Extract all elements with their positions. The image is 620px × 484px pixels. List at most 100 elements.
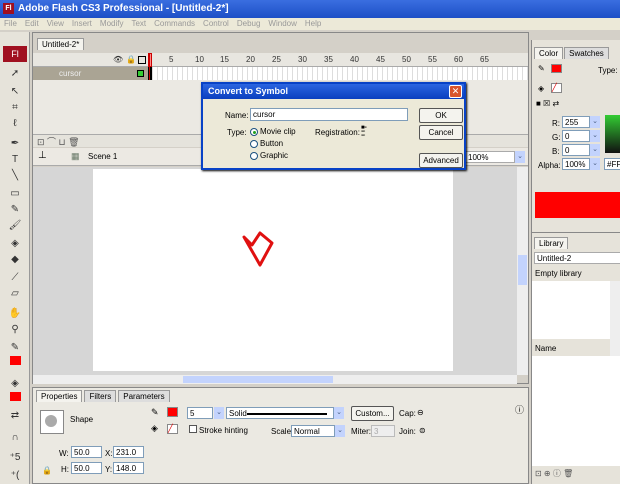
menu-control[interactable]: Control (203, 19, 229, 29)
color-spectrum[interactable] (605, 115, 620, 153)
alpha-input[interactable]: 100% (562, 158, 590, 170)
fill-color-swatch[interactable] (10, 392, 21, 401)
tab-library[interactable]: Library (534, 237, 569, 249)
scroll-thumb[interactable] (183, 376, 333, 383)
snap-magnet-icon[interactable]: ∩ (8, 432, 22, 444)
hex-input[interactable]: #FF (604, 158, 620, 170)
stage[interactable] (93, 169, 453, 371)
frame-strip[interactable] (148, 67, 528, 80)
menu-debug[interactable]: Debug (237, 19, 261, 29)
vertical-scrollbar[interactable] (517, 167, 528, 375)
outline-icon[interactable] (138, 56, 146, 64)
chevron-down-icon[interactable]: ⌄ (335, 425, 345, 437)
close-icon[interactable]: ✕ (449, 85, 462, 98)
swap-colors-icon[interactable]: ⇄ (8, 410, 22, 422)
menu-edit[interactable]: Edit (25, 19, 39, 29)
subselection-tool-icon[interactable]: ↖ (8, 86, 22, 98)
tab-color[interactable]: Color (534, 47, 564, 59)
stroke-color-swatch[interactable] (167, 407, 178, 417)
ok-button[interactable]: OK (419, 108, 463, 123)
line-tool-icon[interactable]: ╲ (8, 170, 22, 182)
library-name-column[interactable]: Name (535, 344, 556, 353)
radio-movie-clip[interactable]: Movie clip (250, 127, 296, 136)
registration-grid[interactable]: ■▫▫ ▫▫▫ ▫▫▫ (361, 125, 367, 139)
menu-window[interactable]: Window (268, 19, 296, 29)
advanced-button[interactable]: Advanced (419, 153, 463, 168)
chevron-down-icon[interactable]: ⌄ (590, 130, 600, 142)
ink-bottle-tool-icon[interactable]: ◈ (8, 238, 22, 250)
menu-text[interactable]: Text (131, 19, 146, 29)
fill-color-swatch[interactable]: ╱ (167, 424, 178, 434)
menu-file[interactable]: File (4, 19, 17, 29)
color-mode-icons[interactable]: ■ ☒ ⇄ (536, 99, 559, 108)
radio-button[interactable]: Button (250, 139, 283, 148)
miter-input[interactable]: 3 (371, 425, 395, 437)
custom-button[interactable]: Custom... (351, 406, 394, 421)
fill-color-icon[interactable]: ◈ (8, 378, 22, 390)
scale-select[interactable]: Normal (291, 425, 335, 437)
rectangle-tool-icon[interactable]: ▭ (8, 188, 22, 200)
height-input[interactable]: 50.0 (71, 462, 102, 474)
chevron-down-icon[interactable]: ⌄ (214, 407, 224, 419)
library-list[interactable] (532, 356, 620, 466)
tab-properties[interactable]: Properties (36, 390, 83, 402)
brush-tool-icon[interactable]: 🖌 (8, 220, 22, 232)
menu-modify[interactable]: Modify (100, 19, 124, 29)
green-input[interactable]: 0 (562, 130, 590, 142)
join-select[interactable]: ⊜ (419, 426, 426, 435)
x-input[interactable]: 231.0 (113, 446, 144, 458)
pen-tool-icon[interactable]: ✒ (8, 138, 22, 150)
eraser-tool-icon[interactable]: ▱ (8, 288, 22, 300)
symbol-name-input[interactable]: cursor (250, 108, 408, 121)
hand-tool-icon[interactable]: ✋ (8, 308, 22, 320)
eye-icon[interactable]: 👁 (113, 55, 123, 64)
stroke-color-swatch[interactable] (10, 356, 21, 365)
horizontal-scrollbar[interactable] (33, 375, 517, 384)
lasso-tool-icon[interactable]: ℓ (8, 118, 22, 130)
menu-view[interactable]: View (47, 19, 64, 29)
tab-parameters[interactable]: Parameters (118, 390, 170, 402)
tab-untitled-2[interactable]: Untitled-2* (37, 38, 85, 50)
lock-icon[interactable]: 🔒 (42, 466, 52, 475)
stroke-style-select[interactable]: Solid (226, 407, 334, 419)
chevron-down-icon[interactable]: ⌄ (590, 158, 600, 170)
blue-input[interactable]: 0 (562, 144, 590, 156)
chevron-down-icon[interactable]: ⌄ (590, 116, 600, 128)
pencil-tool-icon[interactable]: ✎ (8, 204, 22, 216)
library-buttons-icon[interactable]: ⊡ ⊕ ⓘ 🗑 (535, 468, 573, 479)
lock-icon[interactable]: 🔒 (126, 55, 136, 64)
text-tool-icon[interactable]: T (8, 154, 22, 166)
tab-swatches[interactable]: Swatches (564, 47, 609, 59)
layer-row[interactable]: cursor (33, 67, 148, 80)
library-scrollbar[interactable] (610, 281, 620, 359)
fill-color-swatch[interactable]: ╱ (551, 83, 562, 93)
eyedropper-tool-icon[interactable]: ⟋ (8, 272, 22, 284)
zoom-tool-icon[interactable]: ⚲ (8, 324, 22, 336)
menu-insert[interactable]: Insert (72, 19, 92, 29)
zoom-select[interactable]: 100% (465, 151, 515, 163)
layer-outline-color[interactable] (137, 70, 144, 77)
menu-commands[interactable]: Commands (154, 19, 195, 29)
smooth-icon[interactable]: ⁺5 (8, 452, 22, 464)
red-input[interactable]: 255 (562, 116, 590, 128)
radio-graphic[interactable]: Graphic (250, 151, 288, 160)
free-transform-tool-icon[interactable]: ⌗ (8, 102, 22, 114)
width-input[interactable]: 50.0 (71, 446, 102, 458)
menu-help[interactable]: Help (305, 19, 321, 29)
paint-bucket-tool-icon[interactable]: ◆ (8, 254, 22, 266)
selection-tool-icon[interactable]: ➚ (8, 68, 22, 80)
timeline-toggle-icon[interactable]: ⊥ (38, 150, 47, 161)
cap-select[interactable]: ⊖ (417, 408, 424, 417)
stroke-color-swatch[interactable] (551, 64, 562, 73)
chevron-down-icon[interactable]: ⌄ (590, 144, 600, 156)
layer-buttons-icon[interactable]: ⊡ ⌒ ⊔ 🗑 (37, 135, 80, 148)
straighten-icon[interactable]: ⁺( (8, 470, 22, 482)
tab-filters[interactable]: Filters (84, 390, 117, 402)
scroll-thumb[interactable] (518, 255, 527, 285)
stroke-hinting-checkbox[interactable] (189, 425, 197, 433)
cancel-button[interactable]: Cancel (419, 125, 463, 140)
chevron-down-icon[interactable]: ⌄ (515, 151, 525, 163)
stroke-height-input[interactable]: 5 (187, 407, 213, 419)
library-document-select[interactable]: Untitled-2 (534, 252, 620, 264)
stroke-color-icon[interactable]: ✎ (8, 342, 22, 354)
